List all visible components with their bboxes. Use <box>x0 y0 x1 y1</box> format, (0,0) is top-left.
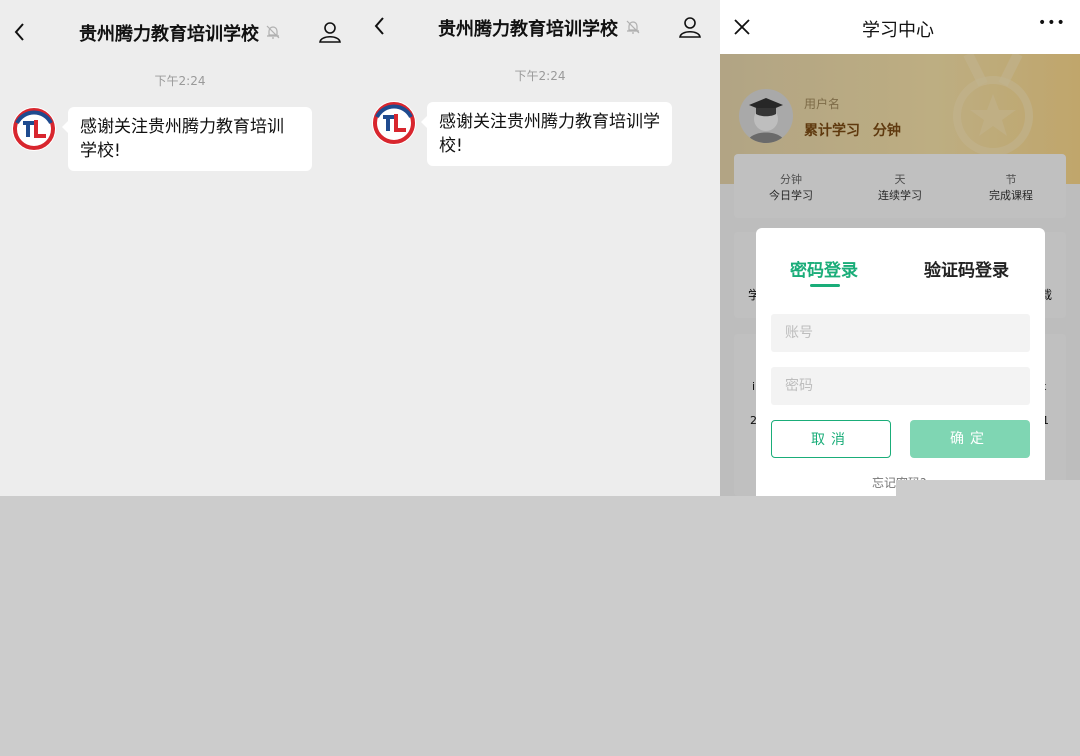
profile-icon[interactable] <box>678 15 702 39</box>
back-chevron-icon[interactable] <box>372 16 388 36</box>
tab-password-login[interactable]: 密码登录 <box>790 256 858 281</box>
tab-code-login[interactable]: 验证码登录 <box>924 256 1009 281</box>
chat-title: 贵州腾力教育培训学校 <box>79 24 259 45</box>
password-input[interactable]: 密码 <box>771 367 1030 405</box>
message-time: 下午2:24 <box>154 74 206 88</box>
welcome-message: 感谢关注贵州腾力教育培训学校! <box>421 102 672 166</box>
mute-bell-icon <box>626 20 640 34</box>
confirm-button[interactable]: 确定 <box>910 420 1030 458</box>
school-logo-avatar[interactable] <box>12 107 56 151</box>
tl-logo-icon <box>373 102 415 144</box>
more-icon[interactable]: ••• <box>1038 15 1066 31</box>
message-time: 下午2:24 <box>514 69 566 83</box>
back-chevron-icon[interactable] <box>12 22 28 42</box>
profile-icon[interactable] <box>318 20 342 44</box>
mute-bell-icon <box>266 25 280 39</box>
chat-panel-1: 贵州腾力教育培训学校 下午2:24 感谢关注贵州腾力教育培训学校! <box>0 0 360 496</box>
screenshot-crop-cover <box>896 480 1080 496</box>
close-icon[interactable] <box>734 19 750 35</box>
school-logo-avatar[interactable] <box>372 101 416 145</box>
chat-title: 贵州腾力教育培训学校 <box>438 19 618 40</box>
cancel-button[interactable]: 取消 <box>771 420 891 458</box>
account-input[interactable]: 账号 <box>771 314 1030 352</box>
active-tab-underline <box>810 284 840 287</box>
login-modal: 密码登录 验证码登录 账号 密码 取消 确定 忘记密码? <box>756 228 1045 496</box>
welcome-message: 感谢关注贵州腾力教育培训学校! <box>62 107 312 171</box>
page-title: 学习中心 <box>862 20 934 41</box>
chat-panel-2: 贵州腾力教育培训学校 下午2:24 感谢关注贵州腾力教育培训学校! <box>360 0 720 496</box>
tl-logo-icon <box>13 108 55 150</box>
